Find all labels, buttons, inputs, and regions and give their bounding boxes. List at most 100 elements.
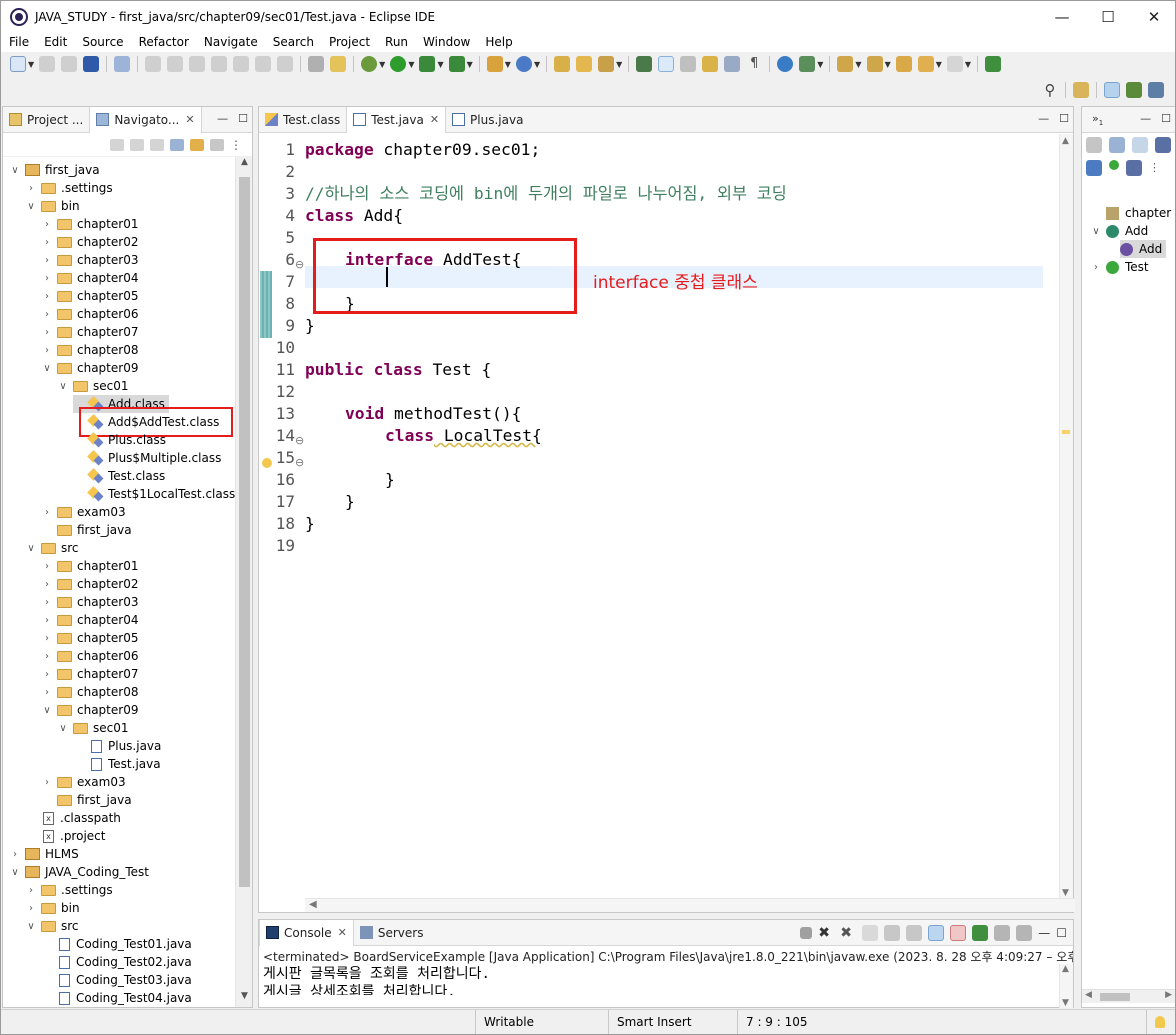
menu-refactor[interactable]: Refactor: [131, 35, 196, 49]
maximize-icon[interactable]: ☐: [1056, 926, 1067, 940]
chevron-right-icon[interactable]: ›: [41, 327, 53, 338]
chevron-right-icon[interactable]: ›: [41, 615, 53, 626]
chevron-right-icon[interactable]: ›: [41, 237, 53, 248]
minimize-button[interactable]: —: [1039, 1, 1085, 32]
outline-item-test[interactable]: › Test: [1090, 258, 1149, 276]
tree-item[interactable]: ∨ chapter09: [41, 701, 138, 719]
chevron-down-icon[interactable]: ∨: [25, 921, 37, 932]
fold-icon[interactable]: ⊖: [295, 456, 304, 469]
close-button[interactable]: ✕: [1131, 1, 1175, 32]
chevron-right-icon[interactable]: ›: [41, 669, 53, 680]
menu-edit[interactable]: Edit: [36, 35, 74, 49]
tree-item[interactable]: › exam03: [41, 503, 126, 521]
debug-perspective-icon[interactable]: [1126, 82, 1142, 98]
outline-item-package[interactable]: chapter: [1106, 204, 1171, 222]
close-icon[interactable]: ✕: [430, 113, 439, 126]
task-icon[interactable]: [799, 56, 816, 72]
sort-icon[interactable]: [1132, 137, 1148, 153]
chevron-right-icon[interactable]: ›: [41, 345, 53, 356]
tree-item[interactable]: Coding_Test03.java: [41, 971, 192, 989]
chevron-down-icon[interactable]: ∨: [9, 867, 21, 878]
lightbulb-icon[interactable]: [1155, 1016, 1165, 1028]
view-menu-icon[interactable]: ⋮: [1149, 160, 1165, 176]
chevron-right-icon[interactable]: ›: [41, 273, 53, 284]
annotation-icon[interactable]: [636, 56, 653, 72]
outline-horizontal-scrollbar[interactable]: ◀ ▶: [1082, 989, 1175, 1003]
menu-help[interactable]: Help: [477, 35, 519, 49]
chevron-right-icon[interactable]: ›: [41, 291, 53, 302]
view-menu-icon[interactable]: ⋮: [230, 139, 244, 151]
back-nav-icon[interactable]: [110, 138, 124, 151]
tree-item[interactable]: › chapter01: [41, 557, 138, 575]
tree-item[interactable]: Test$1LocalTest.class: [73, 485, 235, 503]
tree-item[interactable]: › chapter06: [41, 305, 138, 323]
tab-navigator[interactable]: Navigato... ✕: [89, 106, 202, 133]
outline-item-add[interactable]: ∨ Add: [1090, 222, 1148, 240]
chevron-right-icon[interactable]: ›: [41, 507, 53, 518]
highlight-icon[interactable]: [658, 56, 675, 72]
scroll-down-icon[interactable]: ▼: [236, 991, 253, 1007]
debug-icon[interactable]: [361, 56, 378, 72]
tree-item[interactable]: ∨ sec01: [57, 719, 128, 737]
resume-icon[interactable]: [145, 56, 162, 72]
open-perspective-icon[interactable]: [1073, 82, 1089, 98]
search-tool-icon[interactable]: [598, 56, 615, 72]
tree-item[interactable]: › chapter04: [41, 269, 138, 287]
tree-item[interactable]: › chapter06: [41, 647, 138, 665]
menu-search[interactable]: Search: [265, 35, 321, 49]
open-type-icon[interactable]: [554, 56, 571, 72]
chevron-right-icon[interactable]: ›: [41, 219, 53, 230]
chevron-right-icon[interactable]: ›: [25, 885, 37, 896]
new-icon[interactable]: [10, 56, 26, 72]
clear-console-icon[interactable]: [862, 925, 879, 941]
warning-marker[interactable]: [1062, 430, 1070, 434]
chevron-right-icon[interactable]: ›: [41, 633, 53, 644]
chevron-down-icon[interactable]: ∨: [1090, 226, 1102, 237]
hide-local-types-icon[interactable]: [1126, 160, 1142, 176]
remove-all-icon[interactable]: ✖: [840, 925, 856, 941]
tree-item[interactable]: Coding_Test02.java: [41, 953, 192, 971]
tree-item[interactable]: ∨ first_java: [9, 161, 99, 179]
tree-item[interactable]: Plus$Multiple.class: [73, 449, 221, 467]
outline-item-addtest[interactable]: Add: [1120, 240, 1167, 258]
navigator-scrollbar[interactable]: ▲ ▼: [235, 157, 252, 1007]
chevron-right-icon[interactable]: ›: [41, 651, 53, 662]
run-icon[interactable]: [390, 56, 407, 72]
chevron-right-icon[interactable]: ›: [25, 903, 37, 914]
tree-item[interactable]: › .settings: [25, 881, 113, 899]
scroll-thumb[interactable]: [239, 177, 250, 887]
chevron-down-icon[interactable]: ∨: [25, 201, 37, 212]
scroll-up-icon[interactable]: ▲: [236, 157, 253, 173]
java-perspective-icon[interactable]: [1104, 82, 1120, 98]
tree-item[interactable]: ∨ JAVA_Coding_Test: [9, 863, 149, 881]
tab-test-java[interactable]: Test.java ✕: [346, 106, 447, 133]
tab-project-explorer[interactable]: Project ...: [3, 107, 89, 133]
search-icon[interactable]: ⚲: [1042, 82, 1058, 98]
git-perspective-icon[interactable]: [1148, 82, 1164, 98]
chevron-down-icon[interactable]: ∨: [25, 543, 37, 554]
tab-console[interactable]: Console ✕: [259, 919, 354, 946]
maximize-button[interactable]: ☐: [1085, 1, 1131, 32]
tree-item[interactable]: Plus.java: [73, 737, 161, 755]
fold-icon[interactable]: ⊖: [295, 258, 304, 271]
tree-item[interactable]: Coding_Test01.java: [41, 935, 192, 953]
back-icon[interactable]: [917, 56, 934, 72]
terminate-icon[interactable]: [800, 927, 813, 939]
tree-item[interactable]: x .project: [25, 827, 105, 845]
scroll-lock-icon[interactable]: [884, 925, 901, 941]
chevron-down-icon[interactable]: ∨: [57, 723, 69, 734]
tree-item[interactable]: › chapter05: [41, 287, 138, 305]
menu-file[interactable]: File: [1, 35, 36, 49]
warning-icon[interactable]: [262, 458, 272, 468]
up-nav-icon[interactable]: [150, 138, 164, 151]
hide-fields-icon[interactable]: [1086, 137, 1102, 153]
save-icon[interactable]: [39, 56, 56, 72]
disconnect-icon[interactable]: [211, 56, 228, 72]
collapse-all-icon[interactable]: [170, 138, 184, 151]
forward-nav-icon[interactable]: [130, 138, 144, 151]
tree-item[interactable]: › chapter02: [41, 575, 138, 593]
tree-item[interactable]: first_java: [41, 521, 132, 539]
remove-launch-icon[interactable]: ✖: [818, 925, 834, 941]
prev-annotation-icon[interactable]: [866, 56, 883, 72]
maximize-icon[interactable]: ☐: [1161, 112, 1171, 125]
